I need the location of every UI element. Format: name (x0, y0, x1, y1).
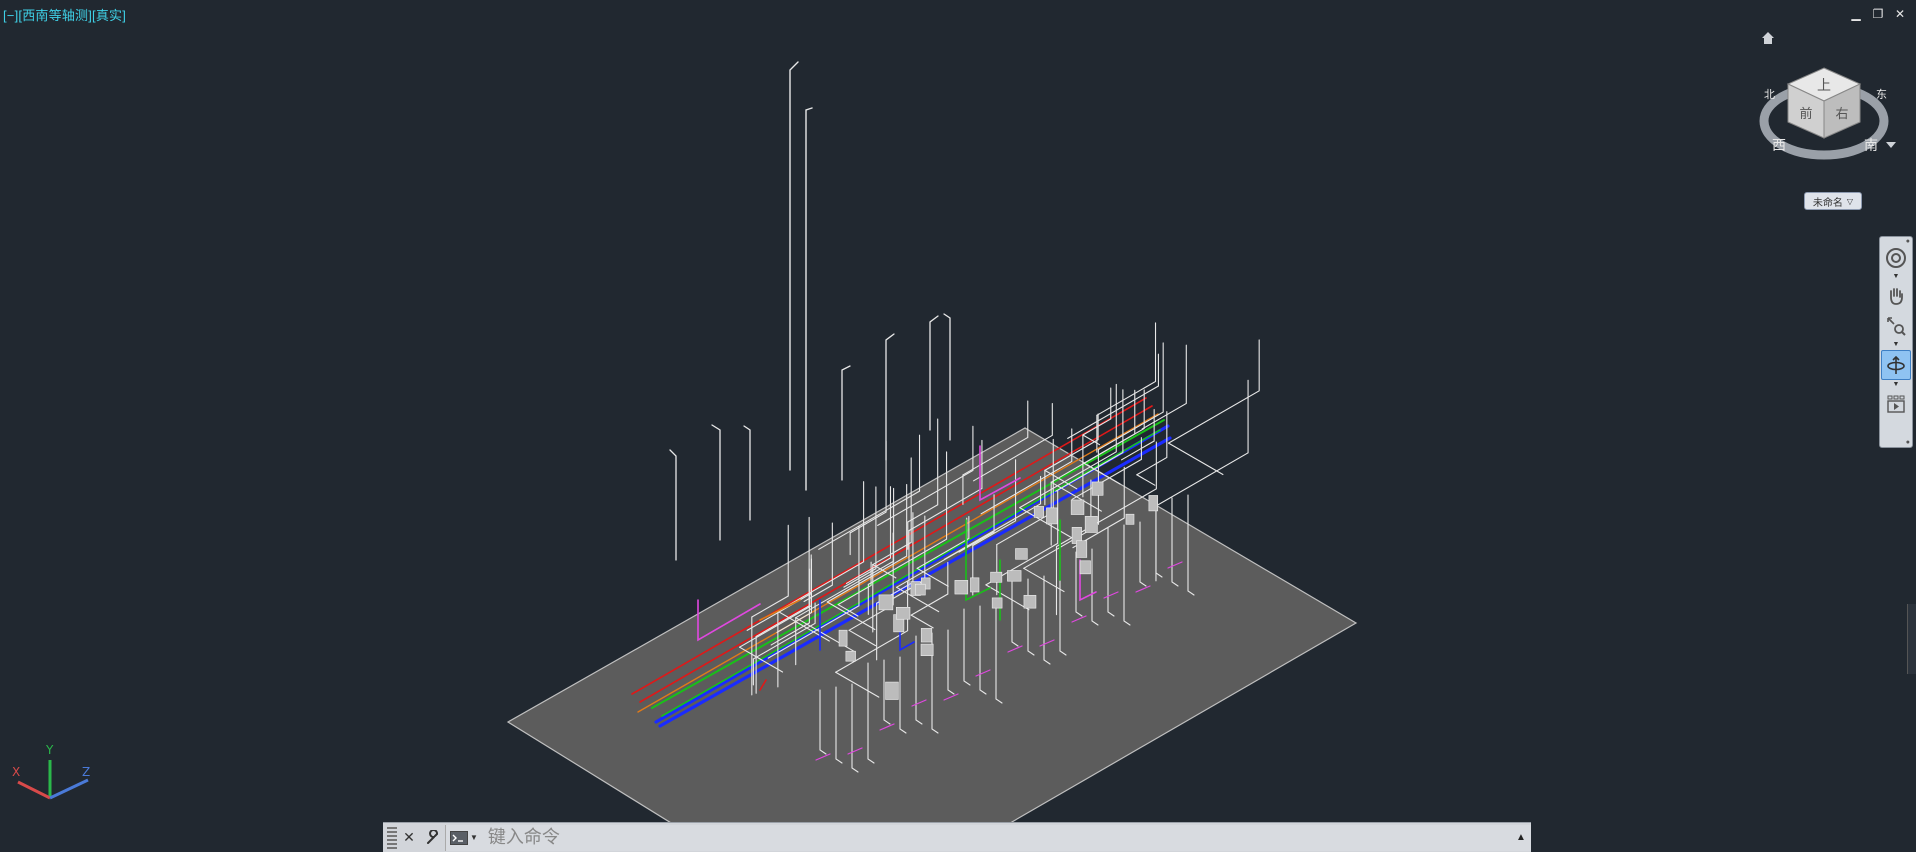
compass-west[interactable]: 西 (1772, 138, 1786, 154)
fixture (1079, 560, 1091, 575)
cube-front-label: 前 (1799, 106, 1812, 122)
pipe-segment (1167, 339, 1260, 444)
command-line-grip[interactable] (387, 826, 397, 849)
pipe-segment (711, 424, 721, 541)
command-input[interactable] (485, 826, 1511, 849)
orbit-button[interactable] (1881, 350, 1911, 380)
chevron-down-icon: ▼ (470, 833, 478, 842)
pipe-segment (943, 313, 951, 441)
fixture (1023, 594, 1037, 609)
showmotion-icon (1887, 395, 1905, 413)
steering-wheel-icon (1886, 248, 1906, 268)
orbit-icon (1887, 355, 1905, 374)
fixture (915, 583, 926, 596)
pipe-segment (1096, 322, 1157, 416)
fixture (1125, 513, 1135, 525)
ucs-menu-button[interactable]: 未命名 ▽ (1804, 192, 1862, 210)
chevron-down-icon[interactable]: ▼ (1893, 273, 1900, 281)
showmotion-button[interactable] (1882, 390, 1910, 418)
close-icon[interactable]: ✕ (397, 825, 421, 851)
pipe-segment (1155, 379, 1249, 507)
fixture (1015, 548, 1028, 560)
fixture (1007, 570, 1022, 582)
fixture (1070, 499, 1085, 515)
navbar-options-icon[interactable]: ● (1906, 439, 1910, 446)
recent-commands-button[interactable]: ▼ (450, 830, 478, 845)
fixture (920, 643, 934, 656)
compass-north[interactable]: 北 (1764, 88, 1775, 101)
hand-icon (1890, 288, 1903, 305)
cube-right-label: 右 (1835, 107, 1848, 122)
full-navigation-wheel-button[interactable] (1882, 244, 1910, 272)
fixture (1046, 507, 1058, 525)
fixture (895, 607, 911, 620)
fixture (845, 650, 856, 662)
pipe-segment (885, 333, 895, 461)
right-edge-handle[interactable] (1907, 604, 1916, 674)
navbar-close-icon[interactable]: ● (1906, 238, 1910, 245)
fixture (885, 681, 899, 700)
ucs-x-label: X (12, 765, 20, 779)
chevron-down-icon: ▽ (1846, 196, 1854, 206)
pipe-segment (1141, 344, 1187, 430)
navigation-bar: ▼ ▼ ▼ ● ● (1879, 236, 1913, 448)
wrench-icon[interactable] (421, 825, 445, 851)
home-icon[interactable] (1760, 30, 1776, 46)
ucs-icon: Y X Z (12, 743, 90, 800)
fixture (990, 571, 1003, 583)
viewcube-menu-icon[interactable] (1886, 142, 1896, 148)
pipe-segment (1167, 442, 1224, 476)
fixture (1148, 495, 1159, 512)
fixture (920, 628, 933, 643)
fixture (838, 629, 848, 647)
fixture (1033, 506, 1044, 518)
command-history-button[interactable]: ▲ (1511, 832, 1531, 843)
model-viewport[interactable] (0, 0, 1916, 852)
command-line: ✕ ▼ ▲ (383, 822, 1531, 852)
chevron-down-icon[interactable]: ▼ (1893, 341, 1900, 349)
fixture (1091, 481, 1104, 496)
fixture (878, 594, 894, 611)
zoom-icon (1887, 317, 1906, 336)
pipe-segment (805, 107, 813, 491)
pipe-segment (841, 365, 851, 481)
cube-top-label: 上 (1817, 78, 1831, 94)
compass-south[interactable]: 南 (1864, 138, 1878, 154)
fixture (954, 580, 969, 595)
pipe-segment (743, 425, 751, 521)
zoom-extents-button[interactable] (1882, 312, 1910, 340)
pipe-segment (1136, 474, 1156, 486)
ucs-y-label: Y (45, 743, 54, 757)
pan-button[interactable] (1882, 282, 1910, 310)
fixture (991, 597, 1003, 609)
fixture (970, 577, 980, 593)
pipe-segment (1067, 353, 1159, 439)
fixture (1084, 516, 1098, 533)
command-prompt-icon (450, 830, 468, 845)
pipe-segment (929, 315, 939, 431)
viewcube[interactable]: 上 前 右 西 南 东 北 (1752, 26, 1902, 211)
pipe-segment (669, 449, 677, 561)
chevron-down-icon[interactable]: ▼ (1893, 381, 1900, 389)
ucs-z-label: Z (82, 765, 90, 779)
compass-east[interactable]: 东 (1876, 88, 1887, 101)
command-input-wrap: ▼ ▲ (445, 824, 1531, 851)
ucs-menu-label: 未命名 (1812, 197, 1843, 209)
pipe-segment (789, 61, 799, 471)
fixture (1076, 540, 1088, 558)
